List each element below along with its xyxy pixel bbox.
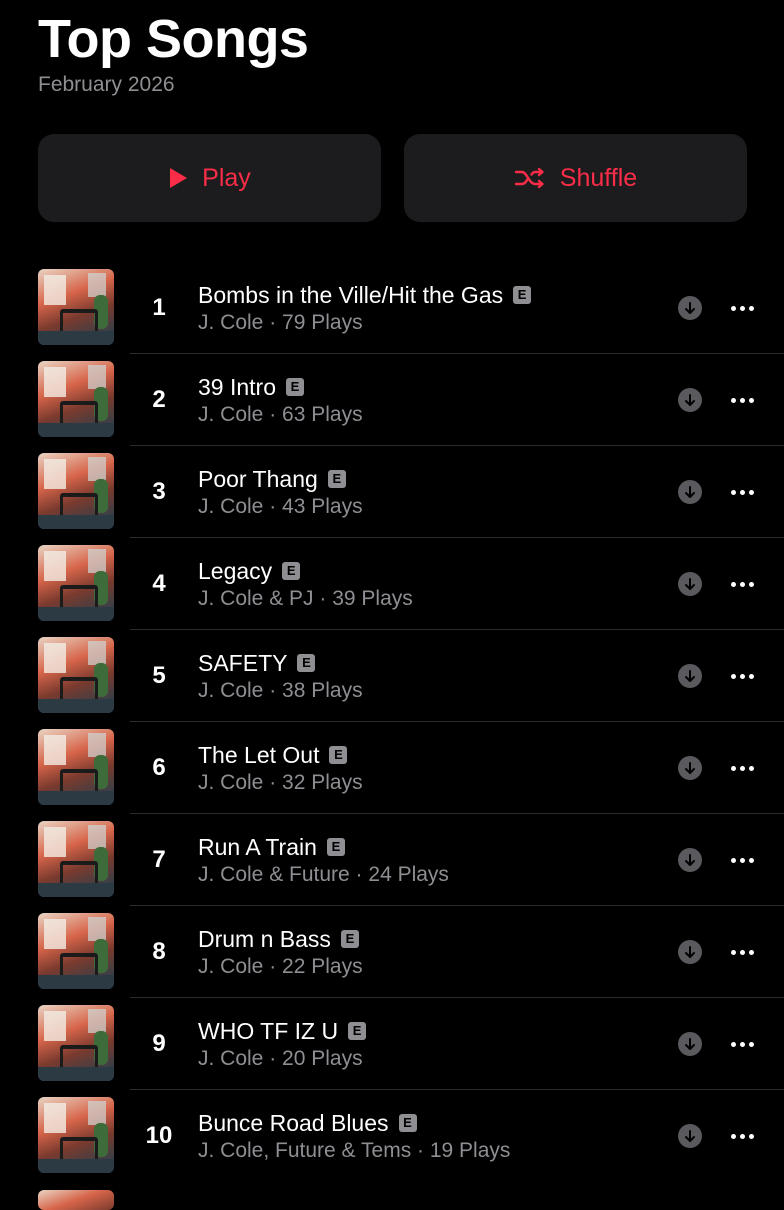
shuffle-label: Shuffle [559, 163, 638, 192]
page-title: Top Songs [38, 9, 309, 69]
more-options-icon[interactable] [724, 480, 760, 504]
song-row[interactable]: 4 Legacy E J. Cole & PJ · 39 Plays [0, 538, 784, 630]
download-icon[interactable] [678, 296, 702, 320]
shuffle-button[interactable]: Shuffle [404, 134, 747, 222]
more-options-icon[interactable] [724, 664, 760, 688]
more-options-icon[interactable] [724, 296, 760, 320]
song-row[interactable]: 1 Bombs in the Ville/Hit the Gas E J. Co… [0, 262, 784, 354]
more-options-icon[interactable] [724, 1032, 760, 1056]
album-art [38, 269, 114, 345]
shuffle-icon [514, 166, 546, 190]
song-meta: J. Cole, Future & Tems · 19 Plays [198, 1139, 511, 1162]
song-meta: J. Cole · 43 Plays [198, 495, 363, 518]
explicit-badge: E [513, 286, 532, 304]
explicit-badge: E [286, 378, 304, 396]
page-subtitle: February 2026 [38, 73, 175, 96]
album-art [38, 637, 114, 713]
explicit-badge: E [398, 1114, 417, 1132]
song-meta: J. Cole · 79 Plays [198, 311, 363, 334]
song-row[interactable]: 10 Bunce Road Blues E J. Cole, Future & … [0, 1090, 784, 1182]
song-rank: 5 [152, 662, 166, 689]
song-row[interactable]: 6 The Let Out E J. Cole · 32 Plays [0, 722, 784, 814]
song-meta: J. Cole & PJ · 39 Plays [198, 587, 413, 610]
song-row[interactable]: 2 39 Intro E J. Cole · 63 Plays [0, 354, 784, 446]
song-title: SAFETY [198, 650, 288, 676]
top-songs-list: 1 Bombs in the Ville/Hit the Gas E J. Co… [0, 262, 784, 1182]
song-rank: 1 [152, 294, 166, 321]
song-title: Drum n Bass [198, 926, 331, 952]
download-icon[interactable] [678, 1032, 702, 1056]
explicit-badge: E [340, 930, 359, 948]
song-title: Legacy [198, 558, 273, 584]
more-options-icon[interactable] [724, 756, 760, 780]
song-title: Poor Thang [198, 466, 318, 492]
download-icon[interactable] [678, 480, 702, 504]
download-icon[interactable] [678, 756, 702, 780]
download-icon[interactable] [678, 940, 702, 964]
song-rank: 2 [152, 386, 166, 413]
album-art [38, 821, 114, 897]
song-title: WHO TF IZ U [198, 1018, 339, 1044]
song-row[interactable]: 7 Run A Train E J. Cole & Future · 24 Pl… [0, 814, 784, 906]
play-icon [168, 167, 188, 189]
album-art [38, 729, 114, 805]
more-options-icon[interactable] [724, 388, 760, 412]
more-options-icon[interactable] [724, 848, 760, 872]
song-meta: J. Cole & Future · 24 Plays [198, 863, 449, 886]
song-title: Run A Train [198, 834, 317, 860]
song-meta: J. Cole · 20 Plays [198, 1047, 363, 1070]
more-options-icon[interactable] [724, 940, 760, 964]
song-meta: J. Cole · 63 Plays [198, 403, 363, 426]
song-rank: 6 [152, 754, 166, 781]
song-rank: 8 [152, 938, 166, 965]
song-title: 39 Intro [198, 374, 276, 400]
download-icon[interactable] [678, 1124, 702, 1148]
play-button[interactable]: Play [38, 134, 381, 222]
explicit-badge: E [297, 654, 316, 672]
song-row[interactable]: 8 Drum n Bass E J. Cole · 22 Plays [0, 906, 784, 998]
song-meta: J. Cole · 38 Plays [198, 679, 363, 702]
song-rank: 7 [152, 846, 166, 873]
album-art [38, 361, 114, 437]
song-rank: 3 [152, 478, 166, 505]
download-icon[interactable] [678, 388, 702, 412]
explicit-badge: E [348, 1022, 367, 1040]
download-icon[interactable] [678, 572, 702, 596]
download-icon[interactable] [678, 848, 702, 872]
play-label: Play [202, 163, 251, 192]
song-rank: 9 [152, 1030, 166, 1057]
explicit-badge: E [329, 746, 348, 764]
explicit-badge: E [282, 562, 301, 580]
explicit-badge: E [326, 838, 345, 856]
page-header: Top Songs February 2026 [38, 6, 309, 98]
song-row[interactable]: 5 SAFETY E J. Cole · 38 Plays [0, 630, 784, 722]
explicit-badge: E [327, 470, 346, 488]
download-icon[interactable] [678, 664, 702, 688]
song-title: Bunce Road Blues [198, 1110, 389, 1136]
song-meta: J. Cole · 32 Plays [198, 771, 363, 794]
more-options-icon[interactable] [724, 572, 760, 596]
song-rank: 4 [152, 570, 166, 597]
song-title: The Let Out [198, 742, 320, 768]
album-art [38, 1097, 114, 1173]
song-title: Bombs in the Ville/Hit the Gas [198, 282, 504, 308]
album-art-partial [38, 1190, 114, 1210]
album-art [38, 1005, 114, 1081]
song-row[interactable]: 3 Poor Thang E J. Cole · 43 Plays [0, 446, 784, 538]
album-art [38, 453, 114, 529]
more-options-icon[interactable] [724, 1124, 760, 1148]
album-art [38, 545, 114, 621]
song-meta: J. Cole · 22 Plays [198, 955, 363, 978]
song-row[interactable]: 9 WHO TF IZ U E J. Cole · 20 Plays [0, 998, 784, 1090]
song-rank: 10 [145, 1122, 173, 1149]
album-art [38, 913, 114, 989]
